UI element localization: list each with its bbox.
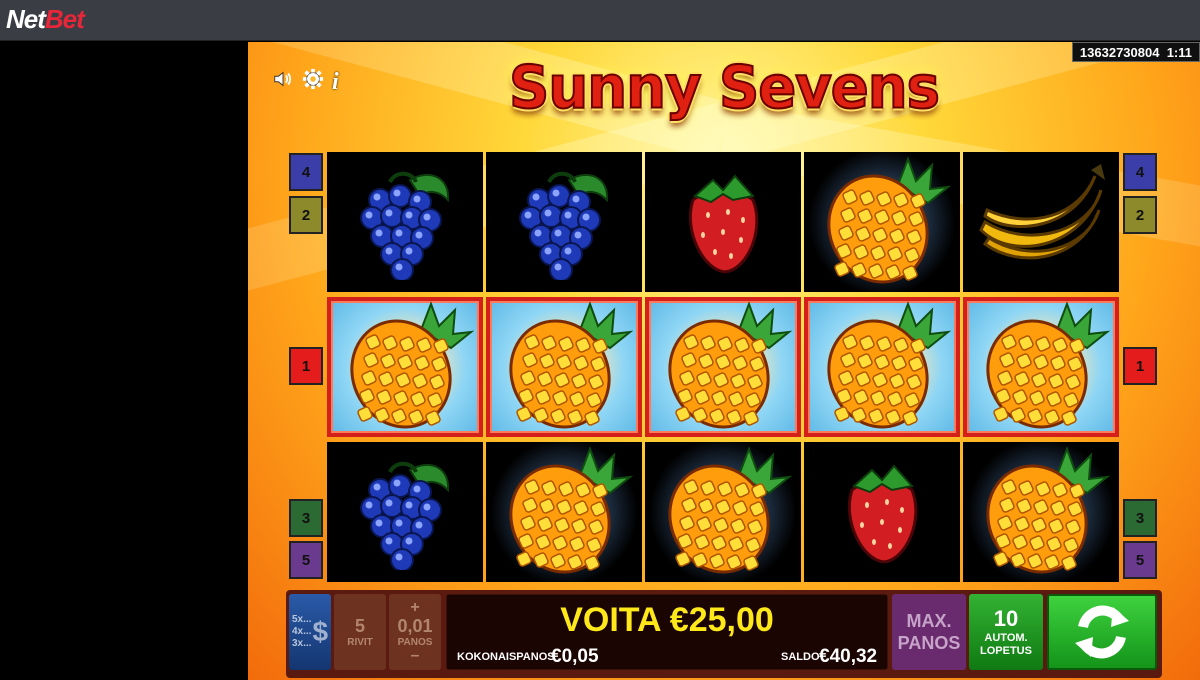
payline-right-4[interactable]: 4 <box>1123 153 1157 191</box>
bet-stepper[interactable]: + 0,01 PANOS – <box>389 594 441 670</box>
pineapple-icon <box>812 300 952 435</box>
payline-right-1[interactable]: 1 <box>1123 347 1157 385</box>
reel-cell <box>327 152 483 292</box>
bet-minus-button[interactable]: – <box>411 648 420 664</box>
top-bar: NetBet <box>0 0 1200 41</box>
bet-plus-button[interactable]: + <box>410 600 419 616</box>
speaker-icon[interactable] <box>272 68 294 96</box>
grapes-icon <box>509 160 619 285</box>
grapes-icon <box>350 450 460 575</box>
reel-cell <box>963 152 1119 292</box>
payline-right-5[interactable]: 5 <box>1123 541 1157 579</box>
game-controls: i <box>272 68 339 96</box>
pineapple-icon <box>653 445 793 580</box>
pineapple-icon <box>971 300 1111 435</box>
payline-right-3[interactable]: 3 <box>1123 499 1157 537</box>
balance-amount: €40,32 <box>819 646 878 667</box>
strawberry-icon <box>832 450 932 575</box>
payline-left-1[interactable]: 1 <box>289 347 323 385</box>
reel-cell <box>645 442 801 582</box>
gear-icon[interactable] <box>302 68 324 96</box>
spin-arrows-icon <box>1075 605 1129 659</box>
grapes-icon <box>350 160 460 285</box>
reel-cell <box>963 297 1119 437</box>
reel-cell <box>486 442 642 582</box>
reel-cell <box>327 297 483 437</box>
session-time: 1:11 <box>1166 45 1192 60</box>
info-icon[interactable]: i <box>332 69 339 96</box>
pineapple-icon <box>335 300 475 435</box>
reel-cell <box>486 152 642 292</box>
game-area: 13632730804 1:11 i Sunny Sevens 4 2 1 3 … <box>248 42 1200 680</box>
reel-cell <box>804 442 960 582</box>
pineapple-icon <box>653 300 793 435</box>
lines-value: 5 <box>354 616 365 636</box>
multiplier-label: 4x... <box>291 626 312 637</box>
reel-cell <box>804 297 960 437</box>
multiplier-label: 3x... <box>291 638 312 649</box>
payline-left-4[interactable]: 4 <box>289 153 323 191</box>
dollar-icon: $ <box>312 616 329 647</box>
banana-icon <box>971 160 1111 285</box>
lines-button[interactable]: 5 RIVIT <box>334 594 386 670</box>
control-panel: 5x... 4x... 3x... $ 5 RIVIT + 0,01 PANOS… <box>286 590 1162 678</box>
payline-left-2[interactable]: 2 <box>289 196 323 234</box>
autoplay-count: 10 <box>993 606 1019 631</box>
spin-button[interactable] <box>1047 594 1157 670</box>
session-id: 13632730804 <box>1079 45 1160 60</box>
autoplay-button[interactable]: 10 AUTOM. LOPETUS <box>969 594 1043 670</box>
pineapple-icon <box>971 445 1111 580</box>
pineapple-icon <box>494 445 634 580</box>
bet-value: 0,01 <box>397 616 433 636</box>
reel-cell <box>804 152 960 292</box>
max-bet-button[interactable]: MAX. PANOS <box>892 594 966 670</box>
strawberry-icon <box>673 160 773 285</box>
payline-left-3[interactable]: 3 <box>289 499 323 537</box>
payline-right-2[interactable]: 2 <box>1123 196 1157 234</box>
session-info: 13632730804 1:11 <box>1071 42 1200 62</box>
reel-cell <box>645 152 801 292</box>
reel-cell <box>327 442 483 582</box>
total-bet-label: KOKONAISPANOS <box>457 651 555 663</box>
win-amount: VOITA €25,00 <box>560 601 774 639</box>
pineapple-icon <box>812 155 952 290</box>
reel-cell <box>963 442 1119 582</box>
netbet-logo[interactable]: NetBet <box>6 4 85 35</box>
payline-left-5[interactable]: 5 <box>289 541 323 579</box>
multiplier-label: 5x... <box>291 614 312 625</box>
balance-label: SALDO <box>781 651 820 663</box>
currency-button[interactable]: 5x... 4x... 3x... $ <box>289 594 331 670</box>
win-display: VOITA €25,00 KOKONAISPANOS €0,05 SALDO €… <box>446 594 888 670</box>
total-bet-amount: €0,05 <box>551 646 599 667</box>
lines-label: RIVIT <box>347 637 373 648</box>
reel-grid <box>327 152 1121 582</box>
reel-cell <box>486 297 642 437</box>
reel-cell <box>645 297 801 437</box>
pineapple-icon <box>494 300 634 435</box>
game-title: Sunny Sevens <box>508 53 941 123</box>
